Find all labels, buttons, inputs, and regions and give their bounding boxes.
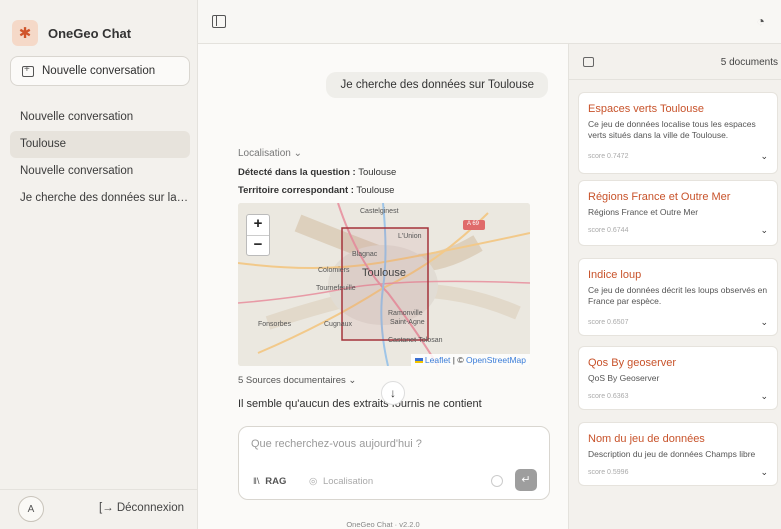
localisation-toggle[interactable]: Localisation ⌄	[238, 148, 302, 159]
documents-panel: 5 documents Espaces verts Toulouse Ce je…	[568, 44, 781, 529]
map-label-cugnaux: Cugnaux	[324, 321, 353, 328]
sidebar-footer: A [→ Déconnexion	[0, 489, 198, 529]
document-title: Qos By geoserver	[588, 357, 677, 369]
document-score: score 0.6363	[588, 393, 629, 400]
detected-label: Détecté dans la question :	[238, 167, 356, 178]
message-input[interactable]: Que recherchez-vous aujourd'hui ?	[251, 438, 422, 450]
user-message: Je cherche des données sur Toulouse	[326, 72, 548, 98]
map-label-tournefeuille: Tournefeuille	[316, 285, 356, 292]
assistant-answer: Il semble qu'aucun des extraits fournis …	[238, 398, 482, 410]
map-label-colomiers: Colomiers	[318, 267, 350, 274]
sparkle-icon: ✱	[12, 20, 38, 46]
detected-line: Détecté dans la question : Toulouse	[238, 167, 396, 178]
send-button[interactable]: ↵	[515, 469, 537, 491]
map-tiles	[238, 203, 530, 366]
map-label-toulouse: Toulouse	[362, 267, 407, 279]
document-description: Ce jeu de données décrit les loups obser…	[588, 285, 768, 306]
document-title: Indice loup	[588, 269, 642, 281]
localisation-toggle-composer[interactable]: ◎ Localisation	[309, 476, 373, 487]
panel-collapse-icon[interactable]	[583, 57, 594, 67]
composer: Que recherchez-vous aujourd'hui ? ǁ\ RAG…	[238, 426, 550, 500]
document-description: QoS By Geoserver	[588, 373, 660, 383]
brand[interactable]: ✱ OneGeo Chat	[12, 20, 131, 46]
document-score: score 0.7472	[588, 153, 629, 160]
chevron-down-icon[interactable]: ⌄	[760, 317, 768, 328]
map-label-a69: A 69	[467, 221, 480, 227]
document-card[interactable]: Régions France et Outre Mer Régions Fran…	[578, 180, 778, 246]
document-description: Régions France et Outre Mer	[588, 207, 699, 217]
new-conversation-button[interactable]: Nouvelle conversation	[10, 56, 190, 86]
rag-label: RAG	[265, 476, 287, 487]
conversation-list: Nouvelle conversation Toulouse Nouvelle …	[10, 104, 190, 212]
conversation-item[interactable]: Je cherche des données sur la r...	[10, 185, 190, 212]
territory-value: Toulouse	[356, 185, 395, 196]
map-label-blagnac: Blagnac	[352, 251, 378, 258]
document-score: score 0.6744	[588, 227, 629, 234]
documents-header: 5 documents	[569, 44, 781, 80]
leaflet-flag-icon	[414, 358, 423, 363]
version-footer: OneGeo Chat · v2.2.0	[346, 520, 420, 529]
document-score: score 0.6507	[588, 319, 629, 326]
osm-link[interactable]: OpenStreetMap	[466, 355, 526, 365]
chat-area: Je cherche des données sur Toulouse Loca…	[198, 44, 568, 529]
loading-icon	[491, 475, 503, 487]
document-title: Nom du jeu de données	[588, 433, 705, 445]
chevron-down-icon[interactable]: ⌄	[760, 391, 768, 402]
conversation-item[interactable]: Nouvelle conversation	[10, 104, 190, 131]
library-icon: ǁ\	[253, 476, 260, 487]
documents-count: 5 documents	[720, 57, 778, 68]
document-card[interactable]: Espaces verts Toulouse Ce jeu de données…	[578, 92, 778, 174]
sources-toggle[interactable]: 5 Sources documentaires ⌄	[238, 375, 356, 386]
chevron-down-icon[interactable]: ⌄	[760, 225, 768, 236]
attribution-separator: | ©	[450, 355, 466, 365]
chevron-down-icon[interactable]: ⌄	[760, 467, 768, 478]
location-pin-icon: ◎	[309, 476, 318, 487]
map-zoom-control: + −	[246, 214, 270, 256]
map-label-castanet: Castanet-Tolosan	[388, 337, 443, 344]
conversation-item-active[interactable]: Toulouse	[10, 131, 190, 158]
territory-line: Territoire correspondant : Toulouse	[238, 185, 394, 196]
document-title: Régions France et Outre Mer	[588, 191, 731, 203]
map-label-fonsorbes: Fonsorbes	[258, 321, 292, 328]
document-card[interactable]: Qos By geoserver QoS By Geoserver score …	[578, 346, 778, 410]
new-chat-icon	[22, 64, 34, 77]
chevron-down-icon[interactable]: ⌄	[760, 151, 768, 162]
leaflet-link[interactable]: Leaflet	[425, 355, 451, 365]
avatar[interactable]: A	[18, 496, 44, 522]
document-card[interactable]: Indice loup Ce jeu de données décrit les…	[578, 258, 778, 336]
scroll-down-icon[interactable]: ↓	[381, 381, 405, 405]
zoom-out-button[interactable]: −	[247, 235, 269, 255]
map[interactable]: Castelginest L'Union A 69 Blagnac Colomi…	[238, 203, 530, 366]
conversation-item[interactable]: Nouvelle conversation	[10, 158, 190, 185]
new-conversation-label: Nouvelle conversation	[42, 65, 156, 77]
document-description: Ce jeu de données localise tous les espa…	[588, 119, 756, 140]
app-name: OneGeo Chat	[48, 25, 132, 41]
top-bar: ◔	[198, 0, 781, 44]
composer-localisation-label: Localisation	[322, 476, 374, 487]
map-label-ramonville: Ramonville	[388, 310, 423, 317]
document-title: Espaces verts Toulouse	[588, 103, 704, 115]
detected-value: Toulouse	[358, 167, 397, 178]
logout-button[interactable]: [→ Déconnexion	[99, 502, 184, 514]
rag-toggle[interactable]: ǁ\ RAG	[253, 476, 286, 487]
map-label-lunion: L'Union	[398, 233, 422, 240]
document-description: Description du jeu de données Champs lib…	[588, 449, 756, 459]
territory-label: Territoire correspondant :	[238, 185, 354, 196]
enter-icon: ↵	[521, 474, 531, 486]
map-label-saint-agne: Saint-Agne	[390, 319, 425, 326]
zoom-in-button[interactable]: +	[247, 215, 269, 235]
map-label-castelginest: Castelginest	[360, 208, 399, 215]
sidebar-toggle-icon[interactable]	[212, 15, 226, 28]
document-card[interactable]: Nom du jeu de données Description du jeu…	[578, 422, 778, 486]
document-score: score 0.5996	[588, 469, 629, 476]
theme-toggle-icon[interactable]: ◔	[757, 13, 765, 29]
sidebar: ✱ OneGeo Chat Nouvelle conversation Nouv…	[0, 0, 198, 529]
map-attribution: Leaflet | © OpenStreetMap	[410, 354, 530, 366]
